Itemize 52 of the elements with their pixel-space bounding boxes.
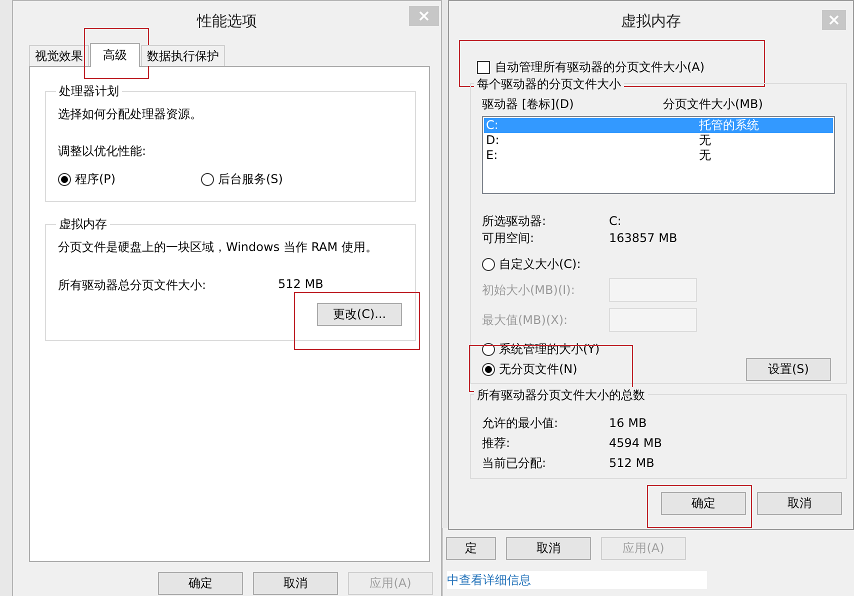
field-value: 4594 MB <box>609 435 662 452</box>
change-button[interactable]: 更改(C)... <box>317 303 402 326</box>
close-icon <box>419 11 429 21</box>
checkbox[interactable] <box>477 61 490 74</box>
dialog-button[interactable]: 确定 <box>158 572 243 595</box>
field-label: 可用空间: <box>482 230 536 247</box>
field-label: 当前已分配: <box>482 455 548 472</box>
radio-button[interactable] <box>58 173 71 186</box>
checkbox-label: 自动管理所有驱动器的分页文件大小(A) <box>495 59 705 76</box>
field-value: 16 MB <box>609 415 647 432</box>
column-header: 驱动器 [卷标](D) <box>482 96 575 112</box>
field-label: 初始大小(MB)(I): <box>482 282 576 298</box>
radio-label: 自定义大小(C): <box>499 256 581 273</box>
details-link[interactable]: 中查看详细信息 <box>447 571 707 589</box>
field-label: 推荐: <box>482 435 512 452</box>
set-button[interactable]: 设置(S) <box>746 358 831 381</box>
radio-button[interactable] <box>482 363 495 376</box>
dialog-button[interactable]: 取消 <box>506 537 591 560</box>
prompt-text: 调整以优化性能: <box>58 143 148 159</box>
tab[interactable]: 数据执行保护 <box>141 45 225 66</box>
field-value: C: <box>609 213 622 230</box>
column-header: 分页文件大小(MB) <box>663 96 763 112</box>
group-title: 虚拟内存 <box>56 216 110 232</box>
group-title: 所有驱动器分页文件大小的总数 <box>474 387 648 403</box>
field-label: 所选驱动器: <box>482 213 548 230</box>
description-text: 分页文件是硬盘上的一块区域，Windows 当作 RAM 使用。 <box>58 239 378 255</box>
window-title: 虚拟内存 <box>620 10 682 32</box>
field-value: 163857 MB <box>609 230 678 247</box>
dialog-button[interactable]: 取消 <box>757 492 842 515</box>
list-item[interactable]: D: 无 <box>484 133 833 148</box>
field-label: 所有驱动器总分页文件大小: <box>58 277 208 294</box>
radio-button[interactable] <box>201 173 214 186</box>
tab[interactable]: 高级 <box>90 43 140 67</box>
radio-label: 无分页文件(N) <box>499 361 578 378</box>
radio-label: 后台服务(S) <box>218 171 283 188</box>
list-item[interactable]: E: 无 <box>484 148 833 163</box>
group-title: 处理器计划 <box>56 83 122 99</box>
group-title: 每个驱动器的分页文件大小 <box>474 76 624 92</box>
field-label: 允许的最小值: <box>482 415 560 432</box>
description-text: 选择如何分配处理器资源。 <box>58 106 203 122</box>
window-title: 性能选项 <box>196 10 258 32</box>
dialog-button[interactable]: 取消 <box>253 572 338 595</box>
radio-button[interactable] <box>482 343 495 356</box>
tab[interactable]: 视觉效果 <box>29 45 89 66</box>
field-label: 最大值(MB)(X): <box>482 312 569 328</box>
radio-button[interactable] <box>482 258 495 271</box>
close-icon <box>829 15 839 25</box>
field-value: 512 MB <box>609 455 654 472</box>
field-value: 512 MB <box>278 277 324 293</box>
dialog-button[interactable]: 确定 <box>661 492 746 515</box>
dialog-button[interactable]: 定 <box>446 537 496 560</box>
radio-label: 程序(P) <box>75 171 116 188</box>
